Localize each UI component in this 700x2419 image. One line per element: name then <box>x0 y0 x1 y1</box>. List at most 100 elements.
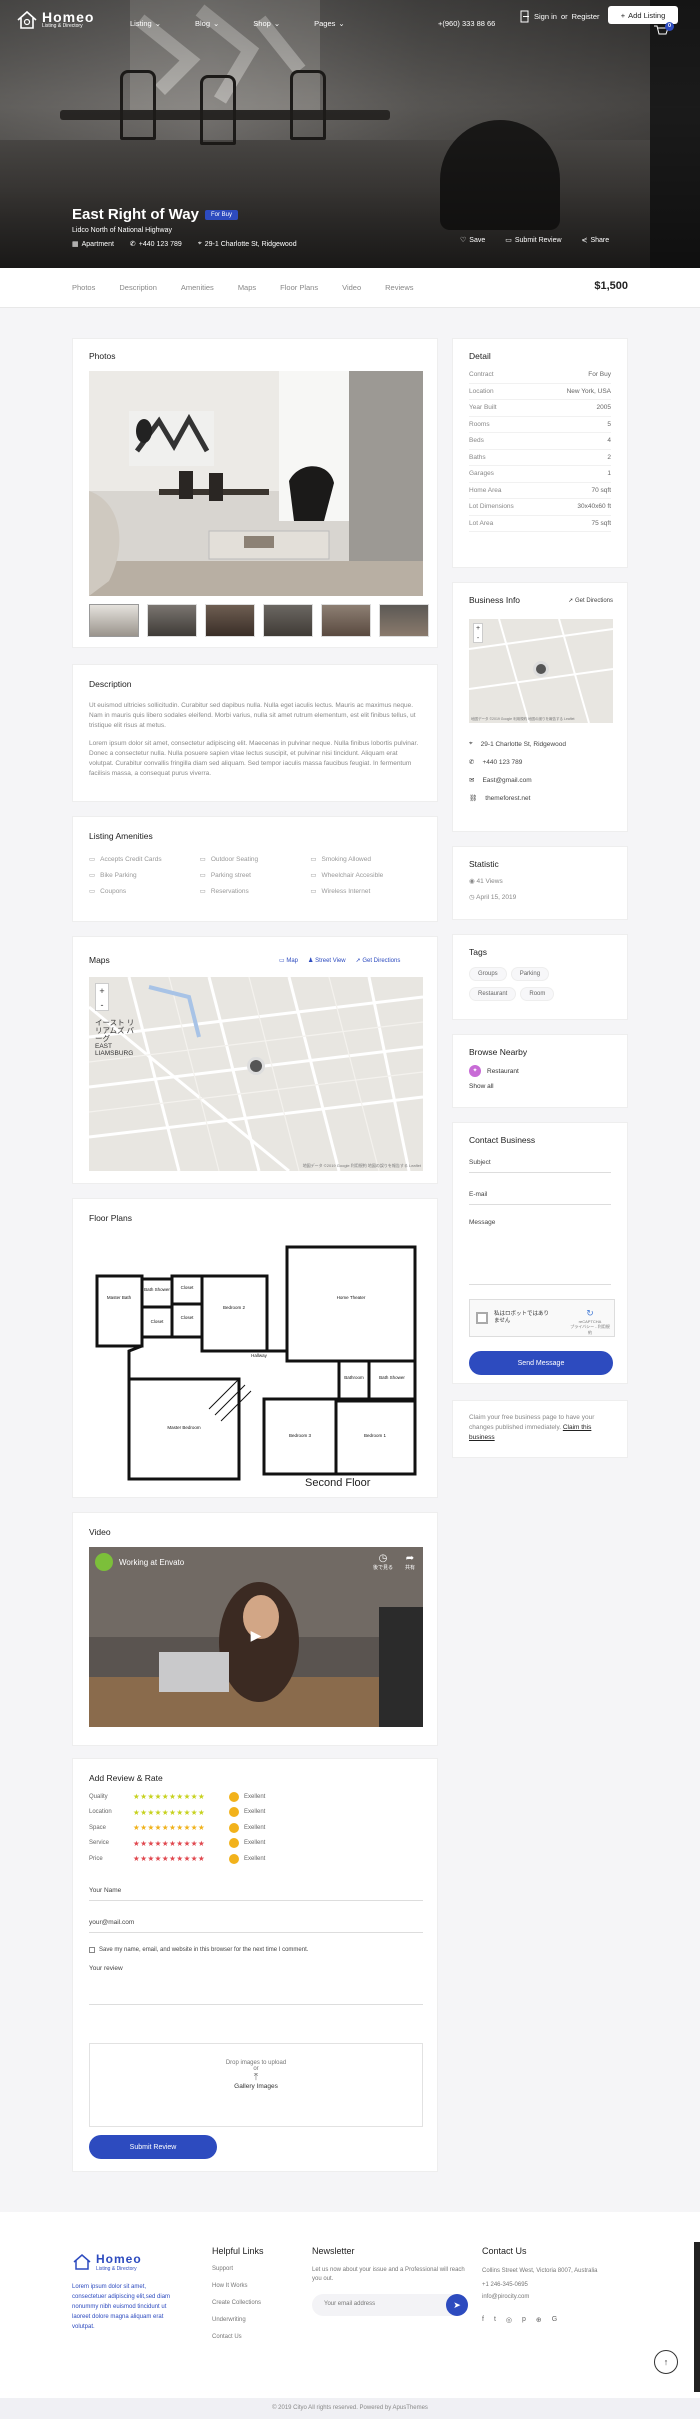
contact-email-field[interactable]: E-mail <box>469 1191 611 1205</box>
newsletter-email-input[interactable]: Your email address <box>324 2301 375 2307</box>
business-directions-button[interactable]: ➚ Get Directions <box>568 597 613 604</box>
map-view-button[interactable]: ▭ Map <box>279 957 298 964</box>
zoom-in-button[interactable]: + <box>474 624 482 634</box>
footer-logo[interactable]: Homeo Listing & Directory <box>72 2252 172 2272</box>
business-phone[interactable]: ✆ +440 123 789 <box>469 753 613 771</box>
menu-item-pages[interactable]: Pages ⌄ <box>314 19 345 28</box>
footer-link[interactable]: Support <box>212 2266 264 2283</box>
zoom-out-button[interactable]: - <box>474 634 482 644</box>
save-button[interactable]: ♡ Save <box>460 236 485 245</box>
submit-review-button[interactable]: ▭ Submit Review <box>505 236 561 245</box>
tab-reviews[interactable]: Reviews <box>385 283 413 292</box>
star-rating[interactable]: ★★★★★★★★★★ <box>133 1823 229 1832</box>
video-title[interactable]: Working at Envato <box>119 1558 184 1567</box>
street-view-button[interactable]: ♟ Street View <box>308 957 346 964</box>
thumbnail[interactable] <box>321 604 371 637</box>
watch-later-button[interactable]: ◷ 後で見る <box>373 1553 393 1571</box>
footer-email[interactable]: info@pirocity.com <box>482 2294 602 2300</box>
footer-link[interactable]: Create Collections <box>212 2300 264 2317</box>
captcha-checkbox[interactable] <box>476 1312 488 1324</box>
map-marker-icon[interactable] <box>533 661 549 677</box>
zoom-in-button[interactable]: + <box>96 984 108 998</box>
amenities-section: Listing Amenities ▭ Accepts Credit Cards ▭… <box>72 816 438 922</box>
menu-item-shop[interactable]: Shop ⌄ <box>253 19 280 28</box>
tab-photos[interactable]: Photos <box>72 283 95 292</box>
tag-chip[interactable]: Room <box>520 987 555 1001</box>
main-photo[interactable] <box>89 371 423 596</box>
email-field[interactable]: your@mail.com <box>89 1919 423 1933</box>
business-website[interactable]: ⛓ themeforest.net <box>469 789 613 807</box>
tag-chip[interactable]: Restaurant <box>469 987 517 1001</box>
pinterest-icon[interactable]: p <box>522 2316 526 2324</box>
floor-plan-image[interactable]: Master Bath Bath Shower Closet Bedroom 2 Hom… <box>89 1239 423 1489</box>
map-marker-icon[interactable] <box>247 1057 265 1075</box>
channel-avatar[interactable] <box>95 1553 113 1571</box>
dribbble-icon[interactable]: ⊕ <box>536 2316 542 2324</box>
show-all-link[interactable]: Show all <box>469 1083 611 1090</box>
header-phone[interactable]: +(960) 333 88 66 <box>438 19 495 28</box>
tab-maps[interactable]: Maps <box>238 283 256 292</box>
footer-link[interactable]: How It Works <box>212 2283 264 2300</box>
recaptcha-terms[interactable]: プライバシー - 利用規約 <box>570 1324 610 1336</box>
listing-type[interactable]: ▦ Apartment <box>72 240 114 249</box>
video-player[interactable]: Working at Envato ◷ 後で見る ➦ 共有 ▶ <box>89 1547 423 1727</box>
listing-address[interactable]: ⌖ 29-1 Charlotte St, Ridgewood <box>198 240 297 248</box>
nearby-item[interactable]: ✦ Restaurant <box>469 1065 611 1077</box>
send-arrow-icon[interactable]: ➤ <box>446 2294 468 2316</box>
send-message-button[interactable]: Send Message <box>469 1351 613 1375</box>
get-directions-button[interactable]: ➚ Get Directions <box>356 957 401 964</box>
play-icon[interactable]: ▶ <box>245 1627 267 1645</box>
thumbnail[interactable] <box>379 604 429 637</box>
footer-link[interactable]: Underwriting <box>212 2317 264 2334</box>
google-icon[interactable]: G <box>552 2316 557 2324</box>
business-email[interactable]: ✉ East@gmail.com <box>469 771 613 789</box>
menu-item-blog[interactable]: Blog ⌄ <box>195 19 219 28</box>
thumbnail[interactable] <box>89 604 139 637</box>
message-field[interactable]: Message <box>469 1219 611 1285</box>
tab-floor-plans[interactable]: Floor Plans <box>280 283 318 292</box>
business-map[interactable]: + - 地図データ ©2019 Google 利用規約 地図の誤りを報告する Le… <box>469 619 613 723</box>
thumbnail[interactable] <box>263 604 313 637</box>
detail-key: Baths <box>469 453 486 461</box>
tag-chip[interactable]: Groups <box>469 967 507 981</box>
back-to-top-button[interactable]: ↑ <box>654 2350 678 2374</box>
signin-link[interactable]: Sign in <box>534 12 557 21</box>
thumbnail[interactable] <box>147 604 197 637</box>
amenity-label: Wireless Internet <box>321 887 371 895</box>
gallery-images-button[interactable]: Gallery Images <box>90 2083 422 2090</box>
menu-item-listing[interactable]: Listing ⌄ <box>130 19 161 28</box>
submit-review-form-button[interactable]: Submit Review <box>89 2135 217 2159</box>
save-info-checkbox[interactable] <box>89 1947 95 1953</box>
twitter-icon[interactable]: t <box>494 2316 496 2324</box>
tab-description[interactable]: Description <box>119 283 157 292</box>
share-button[interactable]: ⋞ Share <box>582 236 610 245</box>
eye-icon: ◉ <box>469 878 475 885</box>
instagram-icon[interactable]: ◎ <box>506 2316 512 2324</box>
name-field[interactable]: Your Name <box>89 1887 423 1901</box>
facebook-icon[interactable]: f <box>482 2316 484 2324</box>
subject-field[interactable]: Subject <box>469 1159 611 1173</box>
business-address[interactable]: ⌖ 29-1 Charlotte St, Ridgewood <box>469 735 613 753</box>
star-rating[interactable]: ★★★★★★★★★★ <box>133 1808 229 1817</box>
floor-room-label: Closet <box>151 1319 165 1324</box>
zoom-out-button[interactable]: - <box>96 998 108 1012</box>
tab-video[interactable]: Video <box>342 283 361 292</box>
footer-phone[interactable]: +1 246-345-0695 <box>482 2282 602 2288</box>
star-rating[interactable]: ★★★★★★★★★★ <box>133 1854 229 1863</box>
logo[interactable]: Homeo Listing & Directory <box>16 10 94 30</box>
footer-link[interactable]: Contact Us <box>212 2334 264 2351</box>
thumbnail[interactable] <box>205 604 255 637</box>
image-dropzone[interactable]: Drop images to upload or ⤒ Gallery Image… <box>89 2043 423 2127</box>
star-rating[interactable]: ★★★★★★★★★★ <box>133 1792 229 1801</box>
review-textarea[interactable]: Your review <box>89 1965 423 2005</box>
map-view[interactable]: + - イースト リリアムズ バーグ EAST LIAMSBURG 地図データ ©… <box>89 977 423 1171</box>
tag-chip[interactable]: Parking <box>510 967 550 981</box>
menu-label: Blog <box>194 19 210 28</box>
cart-button[interactable]: 0 <box>654 22 674 39</box>
listing-phone[interactable]: ✆ +440 123 789 <box>130 240 182 249</box>
register-link[interactable]: Register <box>572 12 600 21</box>
detail-row: Beds 4 <box>469 433 611 450</box>
tab-amenities[interactable]: Amenities <box>181 283 214 292</box>
star-rating[interactable]: ★★★★★★★★★★ <box>133 1839 229 1848</box>
video-share-button[interactable]: ➦ 共有 <box>405 1553 415 1571</box>
